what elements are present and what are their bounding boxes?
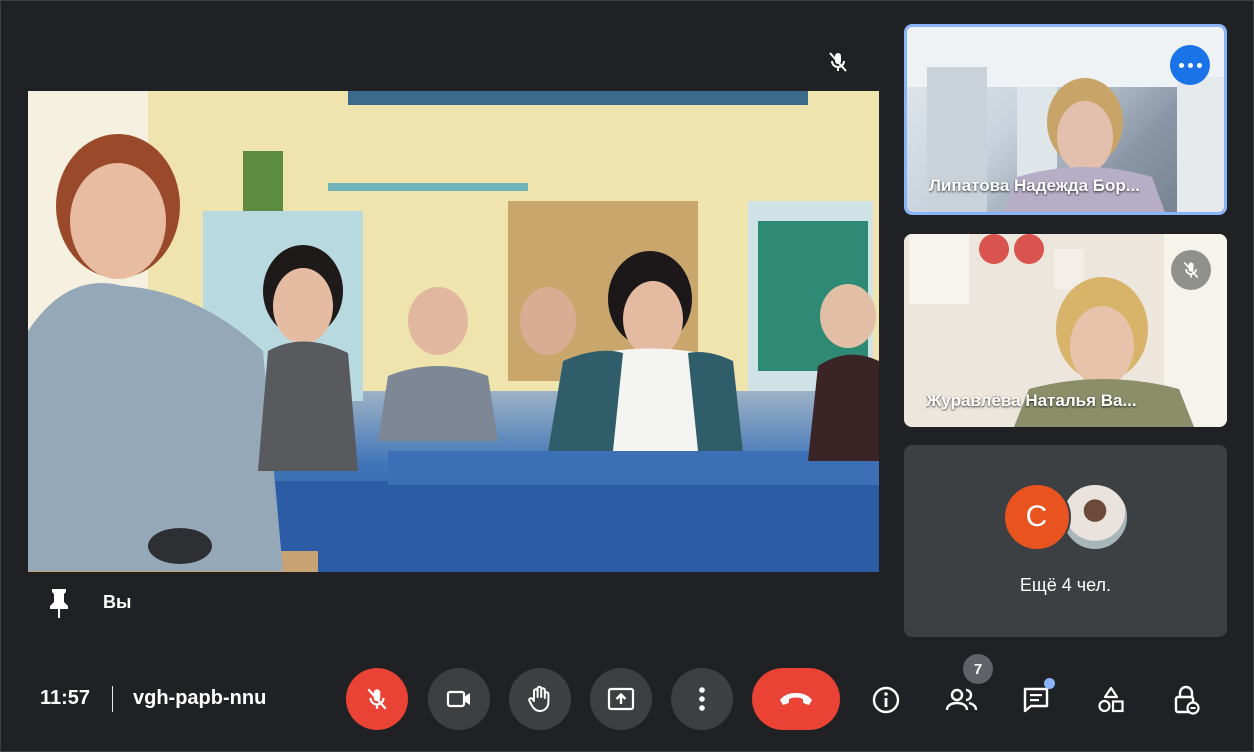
self-label: Вы (103, 592, 132, 612)
divider (112, 686, 113, 712)
meeting-details-button[interactable] (866, 680, 906, 720)
call-end-icon (780, 693, 812, 705)
camera-button[interactable] (428, 668, 490, 730)
avatar: С (1002, 483, 1071, 551)
participant-tile[interactable]: Липатова Надежда Бор... (904, 24, 1227, 215)
unread-dot (1044, 678, 1055, 689)
host-controls-icon (1174, 685, 1200, 715)
participant-name: Липатова Надежда Бор... (929, 176, 1140, 195)
classroom-scene (28, 91, 879, 572)
mic-off-icon (367, 688, 387, 710)
activities-icon (1098, 686, 1124, 713)
more-options-button[interactable] (671, 668, 733, 730)
pin-icon[interactable] (48, 587, 70, 619)
present-icon (607, 687, 635, 711)
more-options-button[interactable] (1170, 45, 1210, 85)
present-button[interactable] (590, 668, 652, 730)
more-vert-icon (699, 687, 705, 711)
activities-button[interactable] (1091, 680, 1131, 720)
raise-hand-button[interactable] (509, 668, 571, 730)
avatar-group: С (904, 483, 1227, 551)
people-button[interactable] (942, 680, 982, 720)
info-icon (872, 686, 900, 714)
more-participants-label: Ещё 4 чел. (1019, 575, 1112, 595)
main-video (28, 91, 879, 572)
participant-name: Журавлёва Наталья Ва... (926, 391, 1137, 410)
clock: 11:57 (40, 687, 91, 709)
leave-call-button[interactable] (752, 668, 840, 730)
meeting-code: vgh-papb-nnu (133, 687, 267, 709)
hand-icon (528, 685, 550, 712)
people-icon (945, 688, 978, 711)
mic-off-icon (1171, 250, 1211, 290)
chat-icon (1023, 687, 1049, 713)
microphone-button[interactable] (346, 668, 408, 730)
avatar (1060, 483, 1129, 551)
participant-tile[interactable]: Журавлёва Наталья Ва... (904, 234, 1227, 427)
host-controls-button[interactable] (1166, 680, 1206, 720)
mic-off-icon (826, 50, 850, 74)
people-count-badge: 7 (963, 654, 993, 684)
videocam-icon (446, 690, 470, 708)
more-participants-tile[interactable]: С Ещё 4 чел. (904, 445, 1227, 637)
